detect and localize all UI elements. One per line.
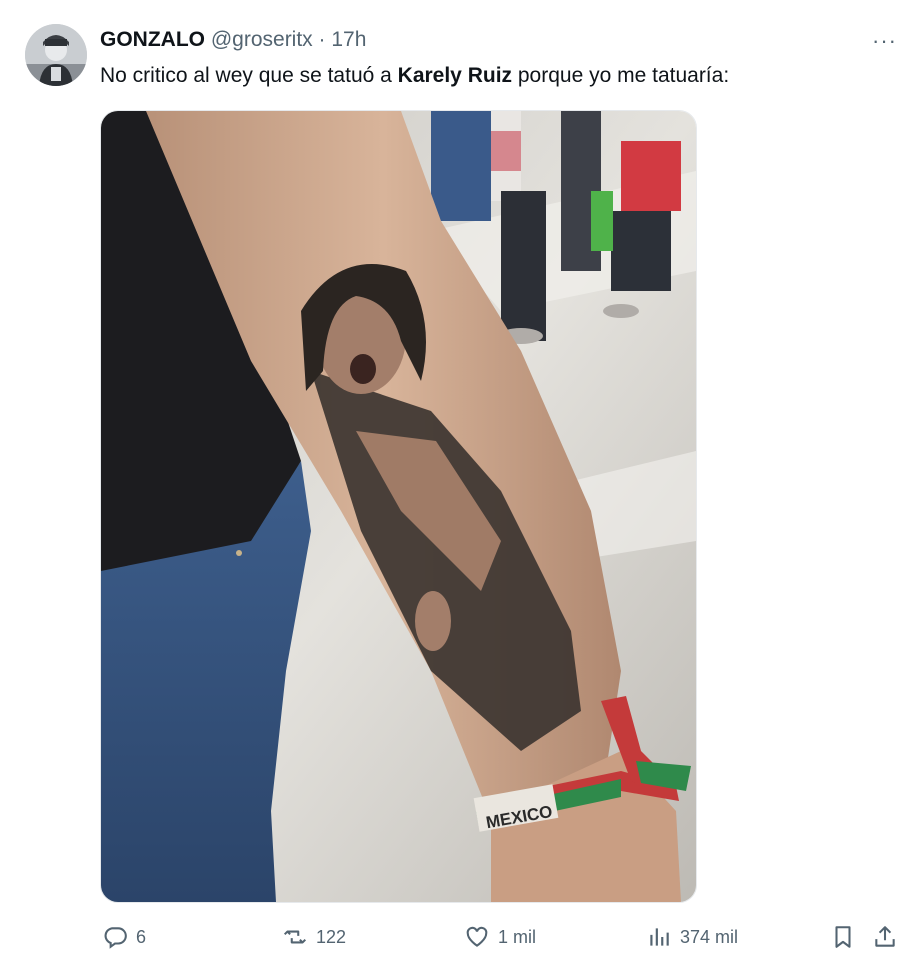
retweet-icon: [283, 930, 307, 944]
reply-count: 6: [136, 927, 147, 947]
tweet-time[interactable]: 17h: [331, 28, 366, 51]
avatar[interactable]: [25, 24, 87, 86]
tweet[interactable]: GONZALO @groseritx · 17h ··· No critico …: [0, 0, 920, 969]
bookmark-button[interactable]: [830, 921, 864, 953]
tweet-text: No critico al wey que se tatuó a Karely …: [100, 62, 729, 90]
author-name[interactable]: GONZALO: [100, 28, 205, 51]
action-bar: 6 122 1 mil 374 mil: [0, 915, 920, 959]
author-handle[interactable]: @groseritx: [211, 28, 313, 51]
retweet-count: 122: [316, 927, 347, 947]
reply-icon: [104, 927, 127, 949]
bookmark-icon: [835, 926, 851, 948]
share-button[interactable]: [872, 921, 906, 953]
tweet-text-end: porque yo me tatuaría:: [512, 64, 730, 87]
tweet-text-start: No critico al wey que se tatuó a: [100, 64, 398, 87]
like-button[interactable]: 1 mil: [464, 921, 536, 953]
tattoo-photo: MEXICO: [101, 111, 696, 902]
tweet-text-bold: Karely Ruiz: [397, 64, 513, 87]
avatar-image: [25, 24, 87, 86]
retweet-button[interactable]: 122: [282, 921, 346, 953]
views-button[interactable]: 374 mil: [646, 921, 738, 953]
views-count: 374 mil: [680, 927, 739, 947]
tweet-photo[interactable]: MEXICO: [100, 110, 697, 903]
more-icon[interactable]: ···: [872, 28, 897, 54]
like-count: 1 mil: [498, 927, 537, 947]
views-icon: [650, 928, 669, 946]
separator: ·: [318, 28, 326, 51]
share-icon: [875, 926, 895, 947]
like-icon: [466, 926, 488, 947]
reply-button[interactable]: 6: [102, 921, 146, 953]
tweet-header: GONZALO @groseritx · 17h: [100, 26, 366, 54]
